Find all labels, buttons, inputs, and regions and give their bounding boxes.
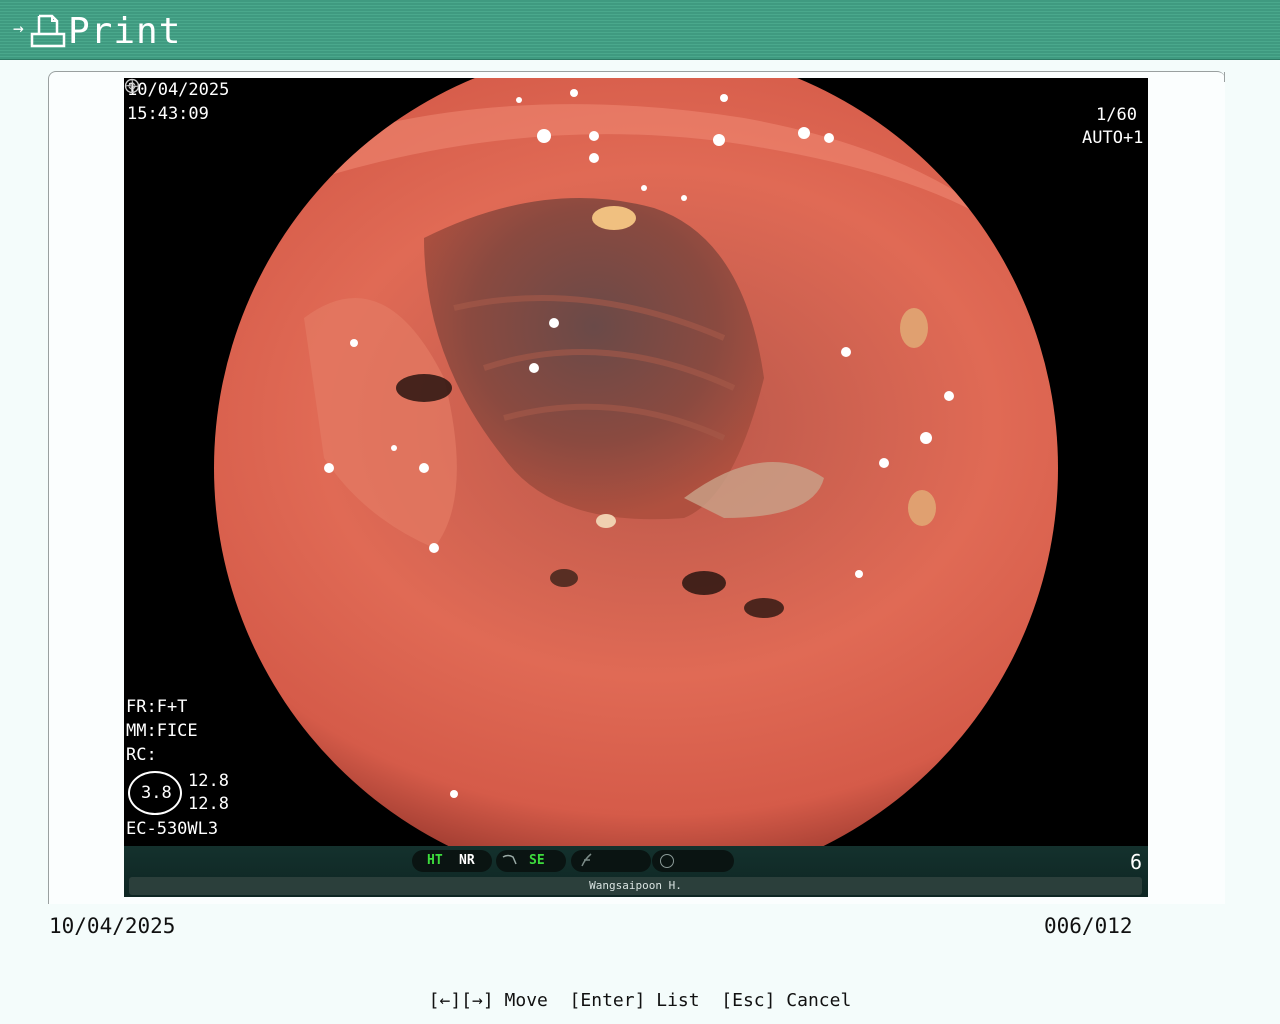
fr-setting: FR:F+T — [126, 697, 188, 717]
scope-model: EC-530WL3 — [126, 819, 219, 839]
endoscope-picture — [214, 78, 1058, 846]
footer-date: 10/04/2025 — [49, 914, 176, 938]
status-bar: HT NR SE 6 Wangsaipoon H. — [124, 846, 1148, 897]
scope-value-2: 12.8 — [188, 794, 229, 814]
nr-indicator: NR — [459, 853, 475, 868]
page-title: Print — [68, 11, 182, 52]
exam-date: 10/04/2025 — [127, 80, 230, 100]
exam-time: 15:43:09 — [127, 104, 209, 124]
frame-edge — [1224, 72, 1225, 82]
status-pill-ht-nr — [412, 850, 492, 872]
slash-icon — [581, 853, 592, 867]
image-counter: 006/012 — [1044, 914, 1133, 938]
iris-mode: AUTO+1 — [1082, 128, 1144, 148]
title-bar: → Print — [0, 0, 1280, 60]
enhancement-icon — [502, 854, 517, 865]
operator-name: Wangsaipoon H. — [129, 877, 1142, 895]
scope-value-1: 12.8 — [188, 771, 229, 791]
image-number: 6 — [1129, 850, 1142, 874]
shutter-speed: 1/60 — [1096, 105, 1137, 125]
keyboard-help: [←][→] Move [Enter] List [Esc] Cancel — [428, 990, 852, 1011]
endoscope-image[interactable]: 10/04/2025 15:43:09 1/60 AUTO+1 FR:F+T M… — [124, 78, 1148, 846]
se-indicator: SE — [529, 853, 545, 868]
iris-icon — [124, 78, 140, 94]
mm-setting: MM:FICE — [126, 721, 198, 741]
ht-indicator: HT — [427, 853, 443, 868]
printer-icon — [30, 14, 66, 48]
arrow-icon: → — [13, 18, 24, 39]
wave-icon — [660, 854, 674, 868]
rc-setting: RC: — [126, 745, 157, 765]
ring-value: 3.8 — [141, 783, 172, 803]
